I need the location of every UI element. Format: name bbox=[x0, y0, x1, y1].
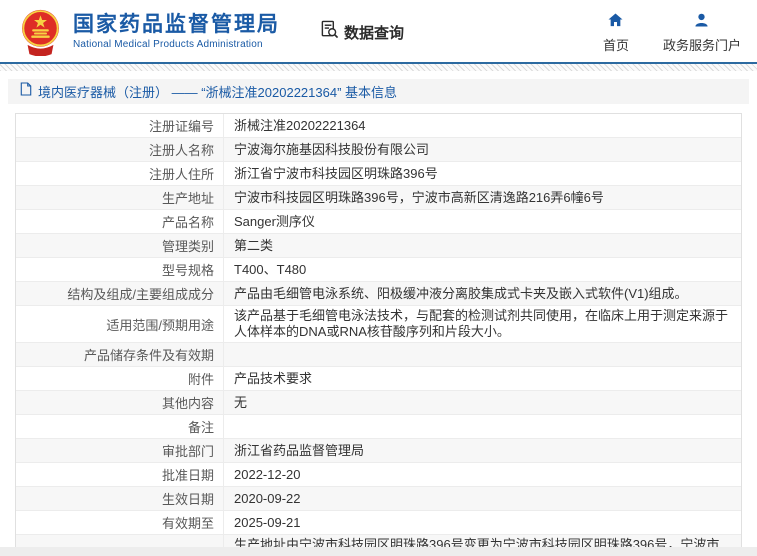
row-label: 注册人名称 bbox=[148, 143, 214, 158]
row-label: 管理类别 bbox=[161, 239, 214, 254]
nav-item-label: 政务服务门户 bbox=[662, 37, 741, 53]
row-label: 附件 bbox=[187, 372, 214, 387]
row-label: 其他内容 bbox=[161, 396, 214, 411]
table-row: 其他内容 无 bbox=[16, 391, 741, 415]
row-label: 注册人住所 bbox=[148, 167, 214, 182]
national-emblem-logo[interactable] bbox=[18, 8, 63, 57]
table-row: 产品名称 Sanger测序仪 bbox=[16, 210, 741, 234]
info-table: 注册证编号 浙械注准20202221364 注册人名称 宁波海尔施基因科技股份有… bbox=[15, 113, 742, 556]
nav-item-home[interactable]: 首页 bbox=[602, 12, 629, 54]
row-value: 浙械注准20202221364 bbox=[234, 117, 366, 133]
row-label: 生产地址 bbox=[161, 191, 214, 206]
row-value: 第二类 bbox=[234, 237, 274, 253]
table-row: 生产地址 宁波市科技园区明珠路396号，宁波市高新区清逸路216弄6幢6号 bbox=[16, 186, 741, 210]
table-row: 注册人住所 浙江省宁波市科技园区明珠路396号 bbox=[16, 162, 741, 186]
row-value: 该产品基于毛细管电泳法技术，与配套的检测试剂共同使用，在临床上用于测定来源于人体… bbox=[234, 308, 729, 339]
row-label: 产品储存条件及有效期 bbox=[83, 348, 214, 363]
user-icon bbox=[694, 13, 709, 32]
nav-item-gov-portal[interactable]: 政务服务门户 bbox=[663, 13, 741, 54]
table-row: 型号规格 T400、T480 bbox=[16, 258, 741, 282]
row-label: 生效日期 bbox=[161, 492, 214, 507]
table-row: 适用范围/预期用途 该产品基于毛细管电泳法技术，与配套的检测试剂共同使用，在临床… bbox=[16, 306, 741, 343]
table-row: 备注 bbox=[16, 415, 741, 439]
data-query-tab[interactable]: 数据查询 bbox=[320, 20, 404, 44]
footer-strip bbox=[0, 547, 757, 556]
row-value: 浙江省宁波市科技园区明珠路396号 bbox=[234, 165, 438, 181]
table-row: 产品储存条件及有效期 bbox=[16, 343, 741, 367]
table-row: 结构及组成/主要组成成分 产品由毛细管电泳系统、阳极缓冲液分离胶集成式卡夹及嵌入… bbox=[16, 282, 741, 306]
table-row: 生效日期 2020-09-22 bbox=[16, 487, 741, 511]
breadcrumb: 境内医疗器械（注册） —— “浙械注准20202221364” 基本信息 bbox=[8, 79, 749, 104]
row-label: 产品名称 bbox=[161, 215, 214, 230]
row-value: 产品技术要求 bbox=[234, 370, 313, 386]
table-row: 附件 产品技术要求 bbox=[16, 367, 741, 391]
row-value: 浙江省药品监督管理局 bbox=[234, 442, 365, 458]
row-value: T400、T480 bbox=[234, 261, 307, 277]
table-row: 注册人名称 宁波海尔施基因科技股份有限公司 bbox=[16, 138, 741, 162]
page-title: 境内医疗器械（注册） —— “浙械注准20202221364” 基本信息 bbox=[38, 85, 398, 100]
row-value: 宁波市科技园区明珠路396号，宁波市高新区清逸路216弄6幢6号 bbox=[234, 189, 604, 205]
org-titles: 国家药品监督管理局 National Medical Products Admi… bbox=[73, 13, 280, 50]
header: 国家药品监督管理局 National Medical Products Admi… bbox=[0, 0, 757, 62]
table-row: 注册证编号 浙械注准20202221364 bbox=[16, 114, 741, 138]
row-value: Sanger测序仪 bbox=[234, 213, 315, 229]
row-label: 审批部门 bbox=[161, 444, 214, 459]
row-value: 2025-09-21 bbox=[234, 514, 301, 530]
data-query-label: 数据查询 bbox=[344, 24, 405, 42]
org-name-en: National Medical Products Administration bbox=[73, 38, 263, 50]
table-row: 审批部门 浙江省药品监督管理局 bbox=[16, 439, 741, 463]
nav-item-label: 首页 bbox=[602, 37, 629, 53]
row-label: 适用范围/预期用途 bbox=[106, 317, 214, 333]
row-value: 产品由毛细管电泳系统、阳极缓冲液分离胶集成式卡夹及嵌入式软件(V1)组成。 bbox=[234, 285, 688, 301]
row-value: 宁波海尔施基因科技股份有限公司 bbox=[234, 141, 430, 157]
row-label: 注册证编号 bbox=[148, 119, 214, 134]
org-name-cn: 国家药品监督管理局 bbox=[73, 12, 280, 36]
document-search-icon bbox=[320, 20, 339, 44]
row-value: 2020-09-22 bbox=[234, 490, 301, 506]
hatch-band-decoration bbox=[0, 64, 757, 71]
row-label: 批准日期 bbox=[161, 468, 214, 483]
row-label: 有效期至 bbox=[161, 516, 214, 531]
home-icon bbox=[608, 12, 623, 32]
table-row: 管理类别 第二类 bbox=[16, 234, 741, 258]
row-label: 型号规格 bbox=[161, 263, 214, 278]
row-label: 结构及组成/主要组成成分 bbox=[67, 287, 214, 302]
row-value: 2022-12-20 bbox=[234, 466, 301, 482]
table-row: 批准日期 2022-12-20 bbox=[16, 463, 741, 487]
document-icon bbox=[20, 82, 32, 101]
table-row: 有效期至 2025-09-21 bbox=[16, 511, 741, 535]
row-value: 无 bbox=[234, 394, 248, 410]
row-label: 备注 bbox=[187, 420, 214, 435]
